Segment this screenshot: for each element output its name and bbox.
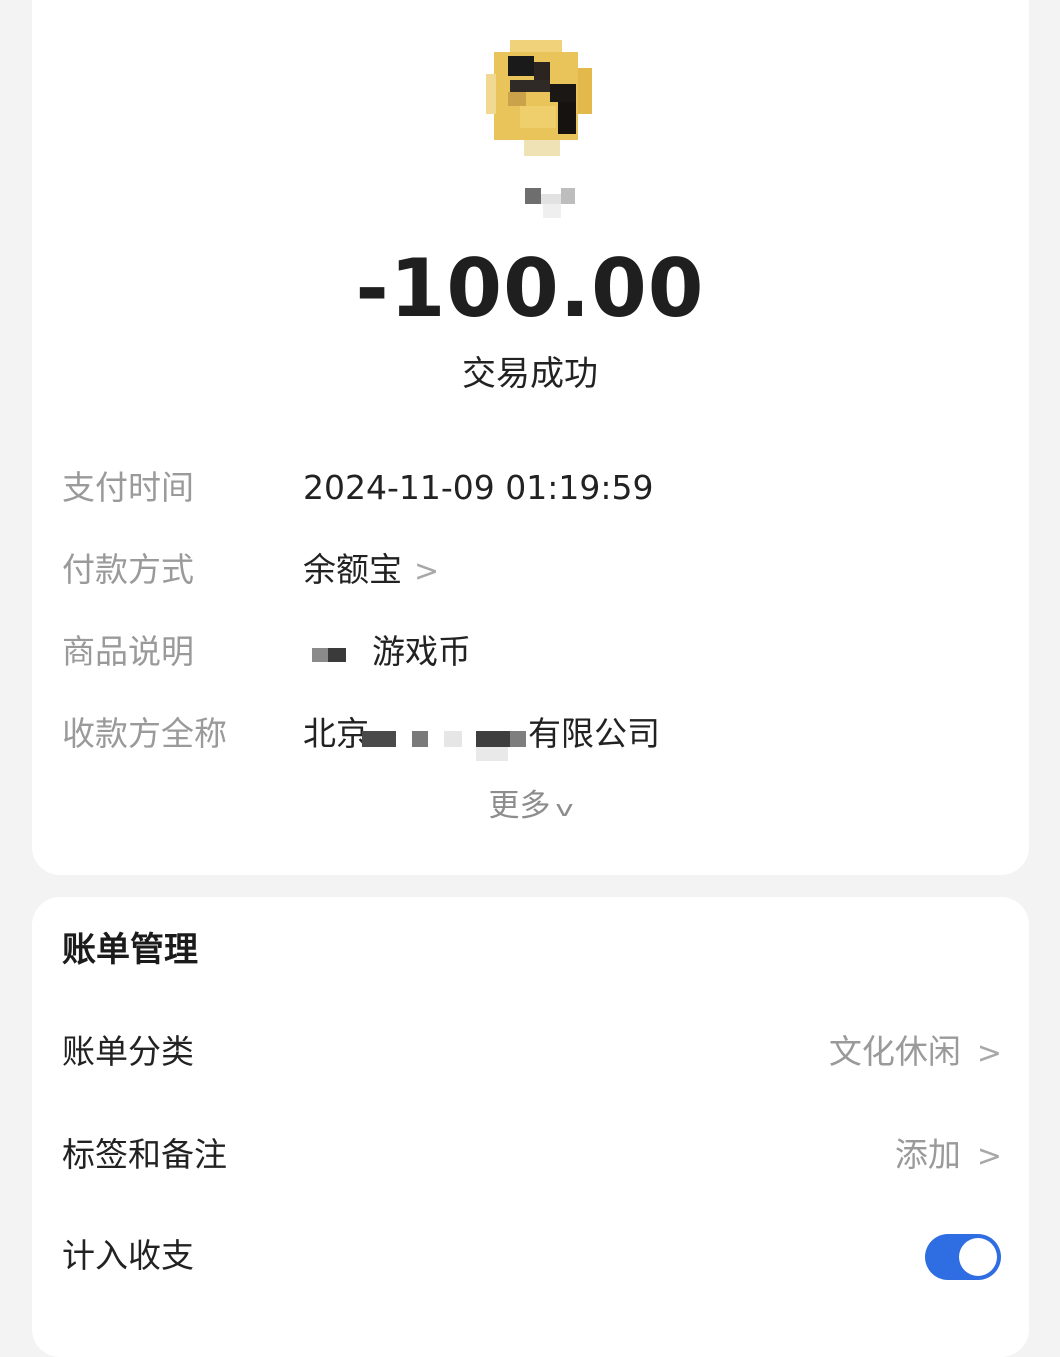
bill-category-label: 账单分类 xyxy=(62,1032,194,1071)
tags-notes-row[interactable]: 添加 > xyxy=(895,1133,1002,1179)
pay-time-value: 2024-11-09 01:19:59 xyxy=(303,468,654,507)
payee-prefix: 北京 xyxy=(303,714,369,753)
payee-mosaic-1 xyxy=(362,731,396,747)
product-mosaic-1 xyxy=(312,648,328,662)
bill-management-title: 账单管理 xyxy=(62,930,198,970)
product-mosaic-2 xyxy=(328,648,346,662)
count-income-expense-label: 计入收支 xyxy=(62,1236,194,1275)
merchant-name-mosaic xyxy=(523,186,579,222)
pay-method-label: 付款方式 xyxy=(62,550,194,589)
payee-label: 收款方全称 xyxy=(62,714,227,753)
pay-method-value: 余额宝 xyxy=(303,550,402,589)
merchant-avatar xyxy=(480,40,592,158)
pay-time-label: 支付时间 xyxy=(62,468,194,507)
chevron-right-icon: > xyxy=(414,554,440,589)
pay-method-link[interactable]: 余额宝 > xyxy=(303,548,439,594)
bill-category-row[interactable]: 文化休闲 > xyxy=(829,1030,1002,1076)
product-label: 商品说明 xyxy=(62,632,194,671)
toggle-knob xyxy=(959,1238,997,1276)
transaction-amount: -100.00 xyxy=(355,242,705,335)
tags-notes-label: 标签和备注 xyxy=(62,1135,227,1174)
chevron-down-icon: v xyxy=(555,797,575,822)
more-button[interactable]: 更多 v xyxy=(0,784,1060,832)
payee-suffix: 有限公司 xyxy=(528,714,660,753)
transaction-status: 交易成功 xyxy=(462,354,598,394)
payee-mosaic-4 xyxy=(476,731,510,747)
payee-mosaic-6 xyxy=(510,731,526,747)
count-income-expense-toggle[interactable] xyxy=(925,1234,1001,1280)
chevron-right-icon: > xyxy=(976,1036,1002,1071)
product-value: 游戏币 xyxy=(372,632,471,671)
payee-mosaic-5 xyxy=(476,747,508,761)
tags-notes-value: 添加 xyxy=(894,1135,961,1174)
payee-mosaic-2 xyxy=(412,731,428,747)
chevron-right-icon: > xyxy=(976,1139,1002,1174)
more-label: 更多 xyxy=(488,788,551,824)
payee-mosaic-3 xyxy=(444,731,462,747)
bill-category-value: 文化休闲 xyxy=(828,1032,961,1071)
